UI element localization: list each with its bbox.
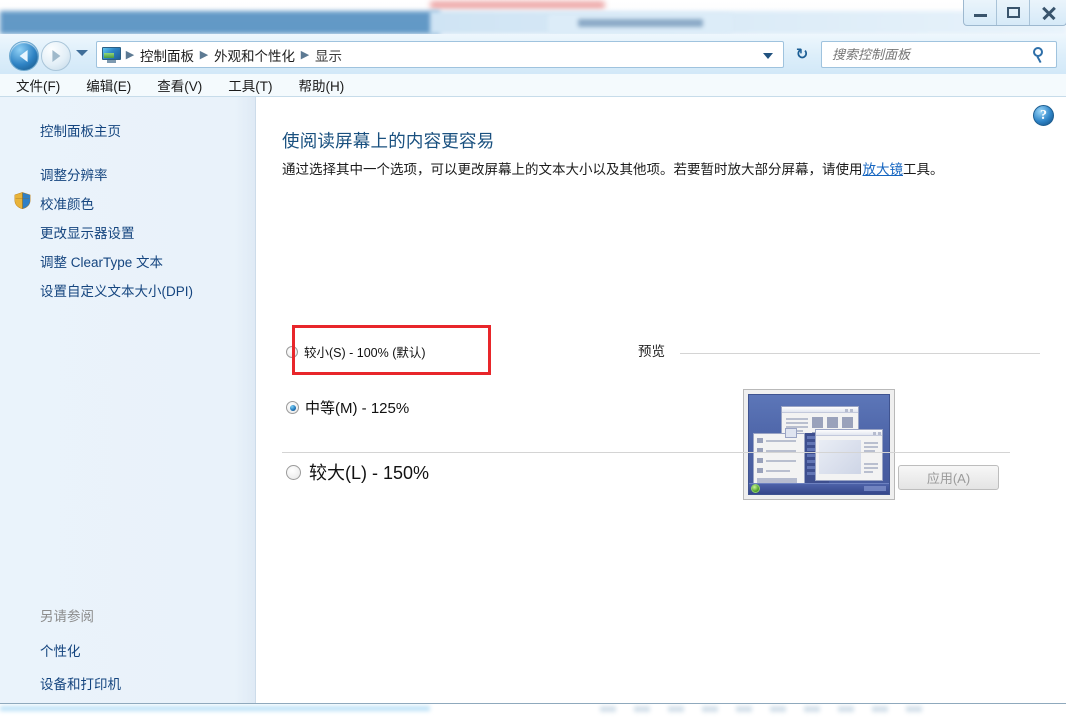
control-panel-window: ▶ 控制面板 ▶ 外观和个性化 ▶ 显示 ↻ 文件(F) 编辑(E) 查看(V)… bbox=[0, 0, 1066, 714]
radio-icon-smaller bbox=[286, 345, 298, 358]
forward-button[interactable] bbox=[41, 41, 71, 71]
magnifier-link[interactable]: 放大镜 bbox=[863, 162, 904, 177]
history-dropdown-icon[interactable] bbox=[76, 50, 88, 56]
back-button[interactable] bbox=[9, 41, 39, 71]
sidebar-item-change-display-settings[interactable]: 更改显示器设置 bbox=[40, 222, 135, 242]
content-area: 控制面板主页 调整分辨率 校准颜色 更改显示器设置 调整 ClearType 文… bbox=[0, 96, 1066, 705]
help-icon: ? bbox=[1040, 107, 1047, 123]
help-button[interactable]: ? bbox=[1033, 105, 1054, 126]
system-tray-icon bbox=[864, 486, 886, 491]
search-box[interactable] bbox=[821, 41, 1057, 68]
page-description-after: 工具。 bbox=[903, 162, 944, 177]
sidebar-item-set-custom-text-size[interactable]: 设置自定义文本大小(DPI) bbox=[40, 280, 193, 300]
search-input[interactable] bbox=[830, 46, 1020, 63]
preview-section-label: 预览 bbox=[638, 340, 673, 360]
arrow-left-icon bbox=[19, 50, 28, 62]
background-bottom-strip bbox=[0, 704, 1066, 718]
background-bottom-band bbox=[0, 706, 430, 711]
arrow-right-icon bbox=[52, 50, 61, 62]
breadcrumb[interactable]: ▶ 控制面板 ▶ 外观和个性化 ▶ 显示 bbox=[96, 41, 784, 68]
breadcrumb-separator-1: ▶ bbox=[199, 49, 209, 61]
refresh-button[interactable]: ↻ bbox=[789, 41, 815, 68]
page-description: 通过选择其中一个选项，可以更改屏幕上的文本大小以及其他项。若要暂时放大部分屏幕，… bbox=[282, 159, 997, 181]
background-bottom-dots bbox=[600, 706, 930, 712]
radio-label-larger: 较大(L) - 150% bbox=[309, 463, 430, 483]
sidebar-item-adjust-cleartype-text[interactable]: 调整 ClearType 文本 bbox=[40, 251, 163, 271]
sidebar-see-also-heading: 另请参阅 bbox=[40, 609, 94, 624]
breadcrumb-item-control-panel[interactable]: 控制面板 bbox=[137, 43, 197, 67]
menu-bar: 文件(F) 编辑(E) 查看(V) 工具(T) 帮助(H) bbox=[0, 74, 1066, 96]
menu-item-edit[interactable]: 编辑(E) bbox=[82, 74, 135, 96]
display-icon bbox=[102, 46, 121, 63]
sidebar-item-control-panel-home[interactable]: 控制面板主页 bbox=[40, 120, 121, 140]
page-title: 使阅读屏幕上的内容更容易 bbox=[282, 131, 495, 151]
maximize-button[interactable] bbox=[997, 0, 1030, 25]
minimize-icon bbox=[973, 14, 987, 17]
desktop-preview-thumbnail bbox=[743, 389, 895, 500]
page-description-before: 通过选择其中一个选项，可以更改屏幕上的文本大小以及其他项。若要暂时放大部分屏幕，… bbox=[282, 162, 863, 177]
preview-section-rule bbox=[680, 353, 1040, 354]
apply-section-rule bbox=[282, 452, 1010, 453]
menu-item-view[interactable]: 查看(V) bbox=[153, 74, 206, 96]
window-controls bbox=[963, 0, 1066, 26]
sidebar: 控制面板主页 调整分辨率 校准颜色 更改显示器设置 调整 ClearType 文… bbox=[0, 97, 256, 705]
shield-icon bbox=[14, 192, 31, 209]
breadcrumb-separator-2: ▶ bbox=[300, 49, 310, 61]
radio-option-smaller[interactable]: 较小(S) - 100% (默认) bbox=[286, 342, 426, 361]
menu-item-file[interactable]: 文件(F) bbox=[12, 74, 64, 96]
close-icon bbox=[1041, 6, 1055, 20]
chevron-down-icon[interactable] bbox=[763, 53, 773, 59]
menu-item-help[interactable]: 帮助(H) bbox=[295, 74, 349, 96]
radio-icon-larger bbox=[286, 464, 301, 480]
preview-taskbar bbox=[749, 483, 889, 494]
menu-item-tools[interactable]: 工具(T) bbox=[224, 74, 276, 96]
radio-label-medium: 中等(M) - 125% bbox=[305, 400, 410, 417]
breadcrumb-separator-0: ▶ bbox=[125, 49, 135, 61]
breadcrumb-item-display[interactable]: 显示 bbox=[312, 43, 345, 67]
maximize-icon bbox=[1006, 7, 1020, 18]
sidebar-item-adjust-resolution[interactable]: 调整分辨率 bbox=[40, 164, 108, 184]
apply-button[interactable]: 应用(A) bbox=[898, 465, 999, 490]
sidebar-item-calibrate-color[interactable]: 校准颜色 bbox=[40, 193, 94, 213]
radio-option-larger[interactable]: 较大(L) - 150% bbox=[286, 459, 429, 485]
refresh-icon: ↻ bbox=[795, 46, 809, 63]
radio-icon-medium bbox=[286, 401, 299, 414]
main-pane: ? 使阅读屏幕上的内容更容易 通过选择其中一个选项，可以更改屏幕上的文本大小以及… bbox=[256, 97, 1066, 705]
breadcrumb-item-appearance[interactable]: 外观和个性化 bbox=[211, 43, 298, 67]
sidebar-item-personalization[interactable]: 个性化 bbox=[40, 640, 81, 660]
close-button[interactable] bbox=[1030, 0, 1066, 25]
apply-button-label: 应用(A) bbox=[926, 471, 971, 486]
sidebar-item-devices-and-printers[interactable]: 设备和打印机 bbox=[40, 673, 121, 693]
start-orb-icon bbox=[751, 484, 760, 493]
minimize-button[interactable] bbox=[964, 0, 997, 25]
radio-label-smaller: 较小(S) - 100% (默认) bbox=[304, 346, 426, 360]
radio-option-medium[interactable]: 中等(M) - 125% bbox=[286, 397, 409, 418]
search-icon bbox=[1032, 47, 1048, 64]
